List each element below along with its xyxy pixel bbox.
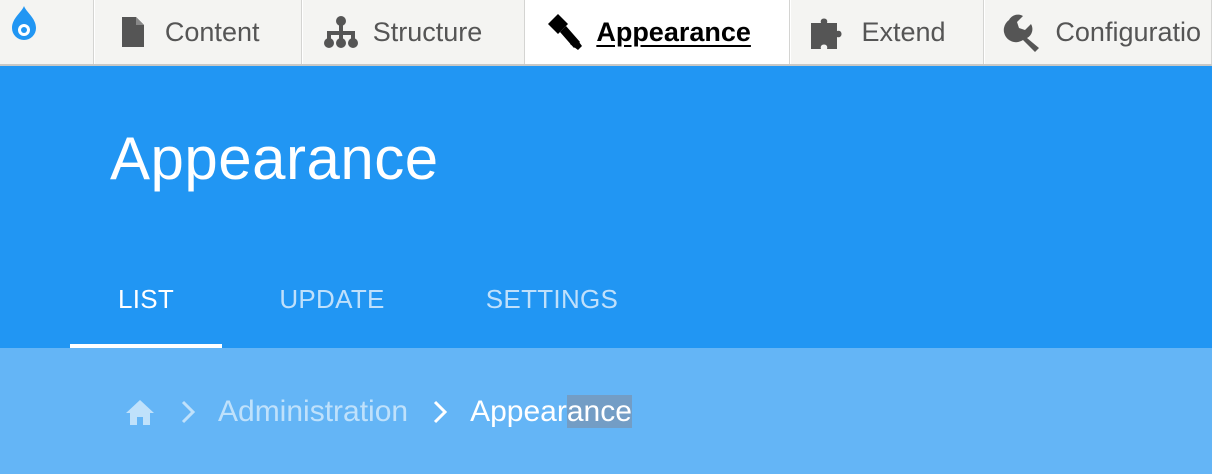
page-header: Appearance LIST UPDATE SETTINGS bbox=[0, 66, 1212, 348]
toolbar-item-content[interactable]: Content bbox=[93, 0, 302, 64]
sitemap-icon bbox=[321, 12, 361, 52]
paintbrush-icon bbox=[544, 12, 584, 52]
breadcrumb-current: Appearance bbox=[470, 395, 632, 429]
tab-list[interactable]: LIST bbox=[70, 266, 222, 348]
toolbar-item-label: Appearance bbox=[596, 16, 751, 47]
breadcrumb-current-part: Appear bbox=[470, 395, 567, 428]
drupal-drop-icon bbox=[12, 6, 36, 40]
drupal-logo-link[interactable] bbox=[0, 0, 94, 64]
admin-toolbar: Content Structure Appearance Extend Conf… bbox=[0, 0, 1212, 66]
wrench-icon bbox=[1003, 12, 1043, 52]
tab-update[interactable]: UPDATE bbox=[222, 266, 442, 348]
home-icon[interactable] bbox=[124, 398, 156, 426]
breadcrumb: Administration Appearance bbox=[124, 395, 632, 429]
puzzle-icon bbox=[809, 12, 849, 52]
toolbar-item-label: Structure bbox=[372, 16, 483, 47]
chevron-right-icon bbox=[180, 399, 196, 425]
toolbar-item-label: Extend bbox=[861, 16, 946, 47]
chevron-right-icon bbox=[432, 399, 448, 425]
breadcrumb-link-administration[interactable]: Administration bbox=[218, 395, 408, 429]
toolbar-item-appearance[interactable]: Appearance bbox=[525, 0, 791, 64]
toolbar-item-label: Configuratio bbox=[1055, 16, 1202, 47]
page-title: Appearance bbox=[110, 125, 439, 192]
toolbar-item-extend[interactable]: Extend bbox=[790, 0, 985, 64]
toolbar-item-structure[interactable]: Structure bbox=[301, 0, 526, 64]
tab-settings[interactable]: SETTINGS bbox=[442, 266, 662, 348]
toolbar-item-configuration[interactable]: Configuratio bbox=[984, 0, 1212, 64]
primary-tabs: LIST UPDATE SETTINGS bbox=[70, 266, 662, 348]
document-icon bbox=[113, 12, 153, 52]
breadcrumb-bar: Administration Appearance bbox=[0, 348, 1212, 474]
toolbar-item-label: Content bbox=[164, 16, 260, 47]
text-selection-highlight: ance bbox=[566, 395, 632, 428]
